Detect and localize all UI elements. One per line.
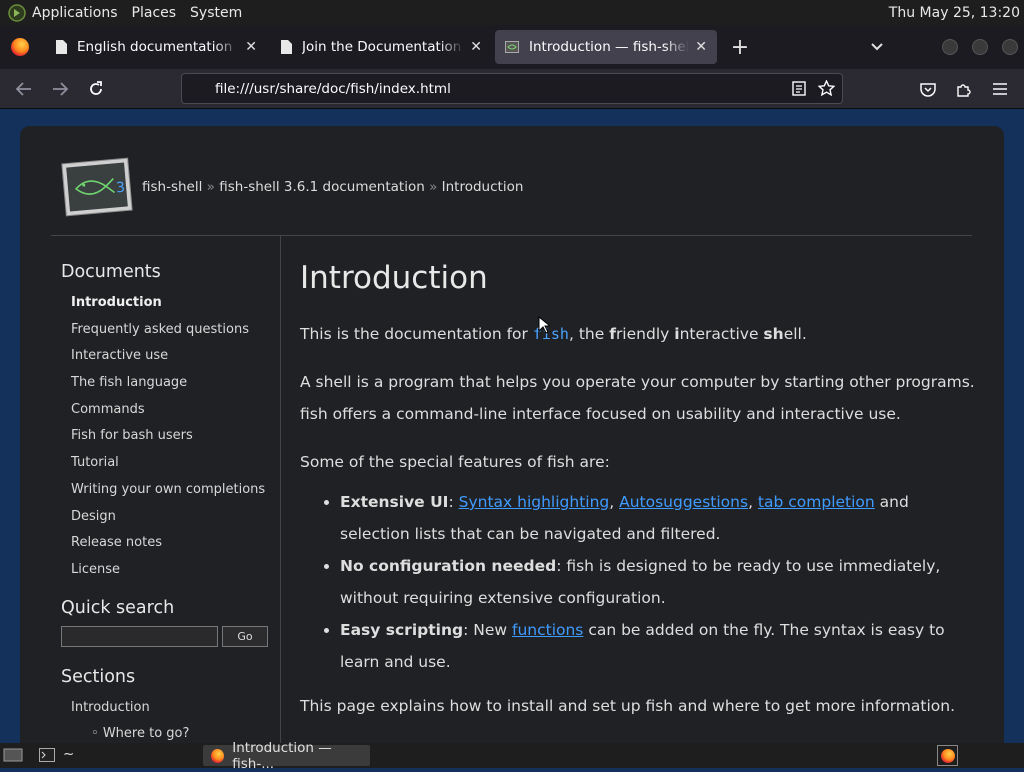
sidebar-item-faq[interactable]: Frequently asked questions xyxy=(71,317,280,344)
sidebar-item-interactive-use[interactable]: Interactive use xyxy=(71,343,280,370)
section-item-introduction[interactable]: Introduction xyxy=(71,695,280,722)
autosuggestions-link[interactable]: Autosuggestions xyxy=(619,493,748,511)
system-top-bar: Applications Places System Thu May 25, 1… xyxy=(0,0,1024,25)
main-content: Introduction This is the documentation f… xyxy=(300,236,980,722)
list-item: Extensive UI: Syntax highlighting, Autos… xyxy=(340,486,980,550)
search-input[interactable] xyxy=(61,625,218,647)
syntax-highlighting-link[interactable]: Syntax highlighting xyxy=(459,493,610,511)
sidebar-item-commands[interactable]: Commands xyxy=(71,397,280,424)
applications-menu[interactable]: Applications xyxy=(32,5,118,21)
page-title: Introduction xyxy=(300,260,488,296)
tab-title: Join the Documentation Tea xyxy=(302,39,464,55)
sidebar-item-fish-for-bash-users[interactable]: Fish for bash users xyxy=(71,423,280,450)
page-icon xyxy=(281,40,292,54)
terminal-launcher-label[interactable]: ~ xyxy=(63,746,74,762)
features-intro-paragraph: Some of the special features of fish are… xyxy=(300,453,610,471)
gnome-foot-icon[interactable] xyxy=(6,3,28,22)
install-paragraph: This page explains how to install and se… xyxy=(300,697,956,715)
bookmark-star-icon[interactable] xyxy=(817,79,836,101)
go-button[interactable]: Go xyxy=(222,625,268,647)
sidebar-item-release-notes[interactable]: Release notes xyxy=(71,530,280,557)
close-tab-icon[interactable]: ✕ xyxy=(245,39,257,55)
close-tab-icon[interactable]: ✕ xyxy=(695,39,707,55)
url-text[interactable]: file:///usr/share/doc/fish/index.html xyxy=(215,81,451,97)
taskbar-firefox-window[interactable]: Introduction — fish-... xyxy=(203,740,370,772)
sidebar-item-introduction[interactable]: Introduction xyxy=(71,290,280,317)
fish-logo-icon[interactable]: 3 xyxy=(60,156,134,218)
breadcrumb-separator: » xyxy=(429,179,438,195)
tab-english-documentation[interactable]: English documentation | Lib ✕ xyxy=(45,30,267,64)
documents-list: Introduction Frequently asked questions … xyxy=(71,290,280,584)
sidebar-item-design[interactable]: Design xyxy=(71,504,280,531)
page-icon xyxy=(56,40,67,54)
url-bar[interactable]: file:///usr/share/doc/fish/index.html xyxy=(181,73,843,104)
reader-view-icon[interactable] xyxy=(792,81,806,100)
firefox-icon[interactable] xyxy=(11,38,29,56)
workspace-switcher[interactable] xyxy=(937,745,958,766)
sidebar-item-fish-language[interactable]: The fish language xyxy=(71,370,280,397)
back-arrow-icon[interactable] xyxy=(9,74,39,104)
system-menu[interactable]: System xyxy=(190,5,242,21)
quick-search-form: Go xyxy=(61,625,280,647)
maximize-window-button[interactable] xyxy=(972,39,988,55)
reload-icon[interactable] xyxy=(81,74,111,104)
minimize-window-button[interactable] xyxy=(942,39,958,55)
list-item: No configuration needed: fish is designe… xyxy=(340,550,980,614)
breadcrumb-home-link[interactable]: fish-shell xyxy=(142,179,202,195)
list-item: Easy scripting: New functions can be add… xyxy=(340,614,980,678)
functions-link[interactable]: functions xyxy=(512,621,583,639)
intro-paragraph: This is the documentation for fish, the … xyxy=(300,325,807,343)
documents-heading: Documents xyxy=(61,262,161,282)
tab-join-documentation[interactable]: Join the Documentation Tea ✕ xyxy=(270,30,492,64)
taskbar-window-title: Introduction — fish-... xyxy=(232,739,332,772)
extensions-icon[interactable] xyxy=(949,74,979,104)
places-menu[interactable]: Places xyxy=(132,5,177,21)
document-panel: 3 fish-shell » fish-shell 3.6.1 document… xyxy=(20,126,1004,743)
firefox-icon xyxy=(211,748,225,763)
mouse-cursor-icon xyxy=(538,316,550,334)
sidebar-item-completions[interactable]: Writing your own completions xyxy=(71,477,280,504)
browser-nav-bar: file:///usr/share/doc/fish/index.html xyxy=(0,69,1024,109)
breadcrumb-current: Introduction xyxy=(441,179,524,195)
page-viewport: 3 fish-shell » fish-shell 3.6.1 document… xyxy=(0,110,1024,743)
hamburger-menu-icon[interactable] xyxy=(985,74,1015,104)
clock[interactable]: Thu May 25, 13:20 xyxy=(889,5,1020,21)
list-all-tabs-icon[interactable] xyxy=(870,37,884,56)
new-tab-button[interactable]: + xyxy=(726,35,754,60)
features-list: Extensive UI: Syntax highlighting, Autos… xyxy=(340,486,980,678)
bottom-taskbar: ~ Introduction — fish-... xyxy=(0,740,1024,772)
sections-heading: Sections xyxy=(61,666,136,687)
sidebar: Documents Introduction Frequently asked … xyxy=(51,236,281,743)
close-window-button[interactable] xyxy=(1002,39,1018,55)
sections-list: Introduction ◦ Where to go? xyxy=(71,695,280,743)
tab-title: Introduction — fish-shell 3.6 xyxy=(529,39,690,55)
show-desktop-icon[interactable] xyxy=(3,747,23,767)
tab-title: English documentation | Lib xyxy=(77,39,240,55)
browser-tab-bar: English documentation | Lib ✕ Join the D… xyxy=(0,25,1024,69)
pocket-icon[interactable] xyxy=(913,74,943,104)
breadcrumb: fish-shell » fish-shell 3.6.1 documentat… xyxy=(142,179,523,195)
page-header: 3 fish-shell » fish-shell 3.6.1 document… xyxy=(60,156,523,218)
tab-completion-link[interactable]: tab completion xyxy=(758,493,875,511)
firefox-icon xyxy=(940,748,955,763)
sidebar-item-tutorial[interactable]: Tutorial xyxy=(71,450,280,477)
breadcrumb-separator: » xyxy=(206,179,215,195)
terminal-icon[interactable] xyxy=(39,748,55,766)
sidebar-item-license[interactable]: License xyxy=(71,557,280,584)
section-item-label[interactable]: Where to go? xyxy=(103,726,190,741)
fish-favicon-icon xyxy=(505,41,519,53)
svg-text:3: 3 xyxy=(115,180,125,197)
forward-arrow-icon[interactable] xyxy=(45,74,75,104)
breadcrumb-docs-link[interactable]: fish-shell 3.6.1 documentation xyxy=(219,179,425,195)
close-tab-icon[interactable]: ✕ xyxy=(470,39,482,55)
tab-introduction-fish-shell[interactable]: Introduction — fish-shell 3.6 ✕ xyxy=(495,30,717,64)
quick-search-heading: Quick search xyxy=(61,597,175,618)
shell-description-paragraph: A shell is a program that helps you oper… xyxy=(300,373,975,423)
